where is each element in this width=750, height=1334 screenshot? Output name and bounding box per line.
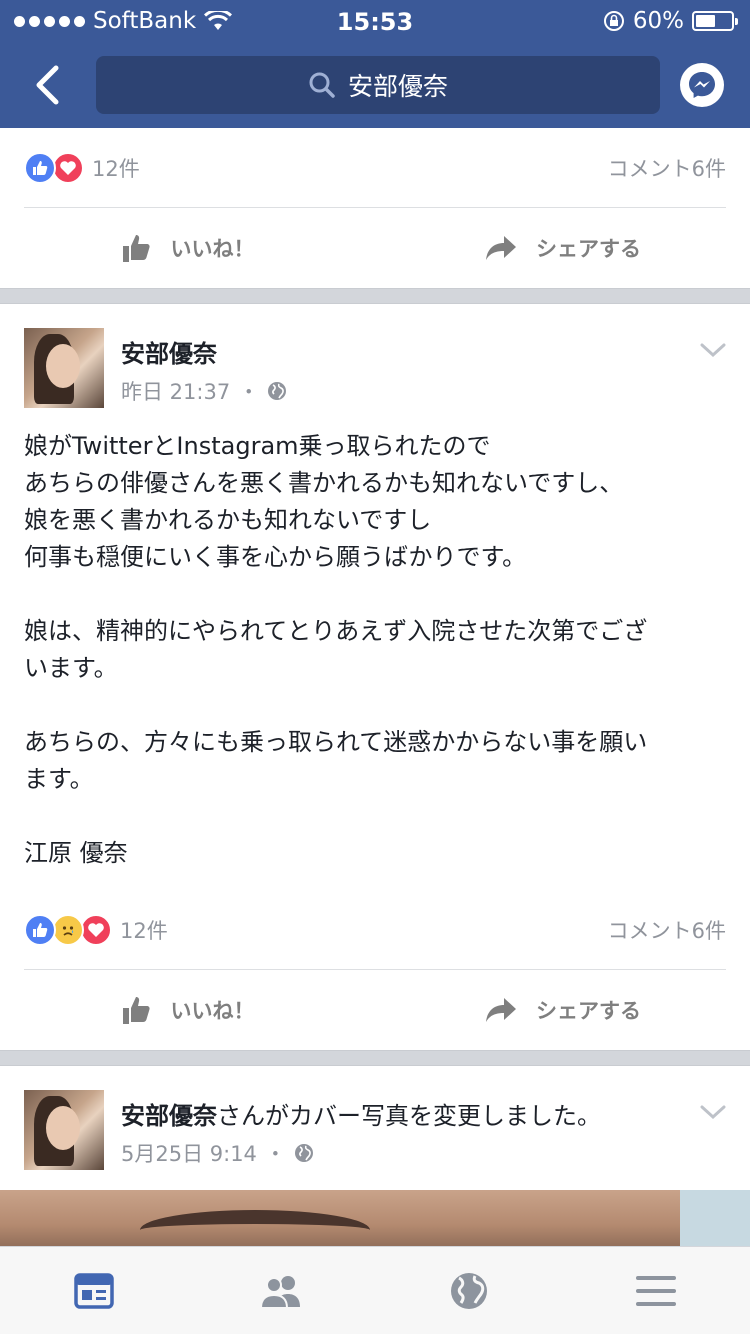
post-header: 安部優奈さんがカバー写真を変更しました。 5月25日 9:14 ・ xyxy=(0,1066,750,1170)
post-line: あちらの、方々にも乗っ取られて迷惑かからない事を願い xyxy=(24,728,648,756)
globe-icon xyxy=(294,1144,313,1162)
like-button[interactable]: いいね！ xyxy=(0,970,375,1050)
rotation-lock-icon xyxy=(603,11,624,31)
post-line: います。 xyxy=(24,654,118,682)
reaction-count: 12件 xyxy=(120,918,168,943)
feed-divider xyxy=(0,288,750,304)
post-headline: 安部優奈さんがカバー写真を変更しました。 xyxy=(121,1096,601,1131)
share-arrow-icon xyxy=(486,236,516,260)
status-right: 60% xyxy=(603,8,738,34)
post-body: 娘がTwitterとInstagram乗っ取られたので あちらの俳優さんを悪く書… xyxy=(0,408,750,890)
meta-separator: ・ xyxy=(238,380,260,404)
post-line: 娘がTwitterとInstagram乗っ取られたので xyxy=(24,432,491,460)
post-line: あちらの俳優さんを悪く書かれるかも知れないですし、 xyxy=(24,469,624,497)
comment-count[interactable]: コメント6件 xyxy=(608,915,726,945)
messenger-icon xyxy=(689,72,715,98)
battery-icon xyxy=(692,11,738,31)
meta-separator: ・ xyxy=(264,1142,286,1166)
love-reaction-icon xyxy=(80,913,112,946)
post-author[interactable]: 安部優奈 xyxy=(121,1102,217,1130)
post-meta: 昨日 21:37 ・ xyxy=(121,376,287,406)
post-card-main: 安部優奈 昨日 21:37 ・ 娘がTwitterとInstagram乗っ取られ… xyxy=(0,304,750,1050)
share-button[interactable]: シェアする xyxy=(375,970,750,1050)
like-label: いいね！ xyxy=(170,999,255,1023)
share-label: シェアする xyxy=(536,999,641,1023)
reactions-row[interactable]: 12件 コメント6件 xyxy=(24,890,726,970)
avatar[interactable] xyxy=(24,328,104,408)
battery-fill xyxy=(696,15,715,27)
post-signature: 江原 優奈 xyxy=(24,839,128,867)
post-card-previous: 12件 コメント6件 いいね！ シェアする xyxy=(0,128,750,288)
post-timestamp[interactable]: 5月25日 9:14 xyxy=(121,1138,257,1168)
chevron-down-icon[interactable] xyxy=(700,342,726,358)
post-meta: 5月25日 9:14 ・ xyxy=(121,1138,314,1168)
post-timestamp[interactable]: 昨日 21:37 xyxy=(121,376,230,406)
top-header: SoftBank 15:53 60% 安部優奈 xyxy=(0,0,750,128)
post-line: 何事も穏便にいく事を心から願うばかりです。 xyxy=(24,543,527,571)
nav-row: 安部優奈 xyxy=(0,56,750,114)
like-label: いいね！ xyxy=(170,237,255,261)
tab-menu[interactable] xyxy=(563,1247,750,1334)
post-card-cover: 安部優奈さんがカバー写真を変更しました。 5月25日 9:14 ・ xyxy=(0,1066,750,1246)
share-button[interactable]: シェアする xyxy=(375,208,750,288)
post-line: 娘は、精神的にやられてとりあえず入院させた次第でござ xyxy=(24,617,648,645)
tab-news-feed[interactable] xyxy=(0,1247,188,1334)
action-row: いいね！ シェアする xyxy=(0,970,750,1050)
post-line: ます。 xyxy=(24,765,94,793)
post-line-blank xyxy=(24,687,726,724)
news-feed-icon xyxy=(74,1272,114,1309)
comment-count[interactable]: コメント6件 xyxy=(608,153,726,183)
love-reaction-icon xyxy=(52,151,84,184)
post-line: 娘を悪く書かれるかも知れないですし xyxy=(24,506,432,534)
reaction-count: 12件 xyxy=(92,156,140,181)
globe-icon xyxy=(268,382,287,400)
post-line-blank xyxy=(24,798,726,835)
bottom-tab-bar xyxy=(0,1246,750,1334)
reactions-summary[interactable]: 12件 xyxy=(24,913,168,946)
menu-icon xyxy=(636,1275,677,1306)
tab-notifications[interactable] xyxy=(375,1247,563,1334)
sad-reaction-icon xyxy=(52,913,84,946)
search-icon xyxy=(309,72,335,98)
cover-photo[interactable] xyxy=(0,1190,750,1246)
avatar[interactable] xyxy=(24,1090,104,1170)
like-button[interactable]: いいね！ xyxy=(0,208,375,288)
thumbs-up-icon xyxy=(122,235,150,262)
tab-friends[interactable] xyxy=(188,1247,376,1334)
search-bar[interactable]: 安部優奈 xyxy=(96,56,660,114)
post-author[interactable]: 安部優奈 xyxy=(121,334,217,369)
thumbs-up-icon xyxy=(122,997,150,1024)
post-action-text: さんがカバー写真を変更しました。 xyxy=(217,1102,601,1130)
share-arrow-icon xyxy=(486,998,516,1022)
action-row: いいね！ シェアする xyxy=(0,208,750,288)
feed-divider xyxy=(0,1050,750,1066)
like-reaction-icon xyxy=(24,151,56,184)
back-button[interactable] xyxy=(22,60,72,110)
news-feed[interactable]: 12件 コメント6件 いいね！ シェアする 安部優奈 昨日 21:37 ・ 娘が… xyxy=(0,128,750,1246)
share-label: シェアする xyxy=(536,237,641,261)
status-bar: SoftBank 15:53 60% xyxy=(0,0,750,42)
globe-icon xyxy=(450,1272,487,1309)
battery-percent: 60% xyxy=(632,8,684,34)
post-line-blank xyxy=(24,576,726,613)
chevron-down-icon[interactable] xyxy=(700,1104,726,1120)
post-header: 安部優奈 昨日 21:37 ・ xyxy=(0,304,750,408)
chevron-left-icon xyxy=(36,65,59,105)
reactions-row[interactable]: 12件 コメント6件 xyxy=(24,128,726,208)
search-text: 安部優奈 xyxy=(347,72,448,101)
reactions-summary[interactable]: 12件 xyxy=(24,151,140,184)
like-reaction-icon xyxy=(24,913,56,946)
messenger-button[interactable] xyxy=(680,63,724,107)
friends-icon xyxy=(260,1275,301,1309)
